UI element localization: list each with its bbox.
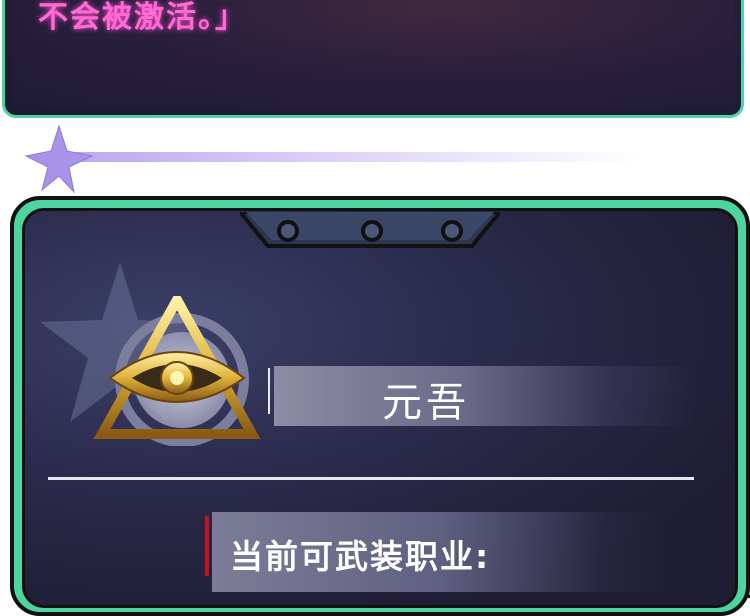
- camera-dot-icon: [441, 220, 463, 242]
- name-bar: [274, 366, 694, 426]
- character-name: 元吾: [382, 380, 470, 426]
- camera-dot-icon: [277, 220, 299, 242]
- class-label-marker: [205, 516, 209, 576]
- golden-triangle-eye-emblem-icon: [93, 296, 261, 446]
- section-divider: [48, 477, 694, 480]
- divider-line: [62, 152, 642, 162]
- top-dialog-text: 不会被激活。」: [38, 0, 247, 35]
- class-label: 当前可武装职业:: [230, 537, 491, 576]
- camera-dot-icon: [361, 220, 383, 242]
- name-bar-marker: [268, 368, 270, 414]
- star-icon: [24, 124, 94, 194]
- phone-notch: [240, 212, 500, 248]
